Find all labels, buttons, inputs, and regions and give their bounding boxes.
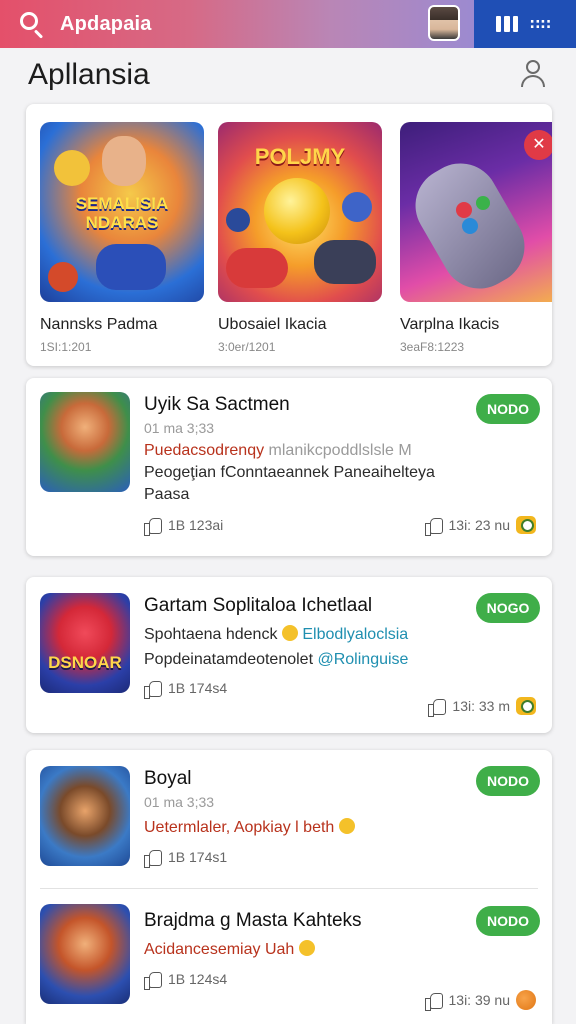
page-title: Apllansia: [28, 58, 150, 91]
app-subtitle: 01 ma 3;33: [144, 420, 215, 436]
search-icon[interactable]: [18, 10, 46, 39]
app-card[interactable]: Boyal 01 ma 3;33 Uetermlaler, Aopkiay l …: [26, 750, 552, 1024]
app-subtitle: 01 ma 3;33: [144, 794, 215, 810]
featured-thumbnail[interactable]: ✕: [400, 122, 552, 302]
app-icon[interactable]: [40, 392, 130, 492]
featured-carousel: SEMALISIA NDARAS Nannsks Padma 1SI:1:201…: [26, 104, 552, 366]
emoji-icon: [298, 940, 315, 956]
app-icon[interactable]: [40, 766, 130, 866]
app-desc-line: Puedacsodrenqy mlanikcpoddlslsle M: [144, 442, 412, 459]
app-desc-line: Acidancesemiay Uah: [144, 940, 315, 959]
thumbs-up-icon[interactable]: [424, 516, 443, 536]
featured-item[interactable]: ✕ Varplna Ikacis 3eaF8:1223: [400, 122, 552, 354]
stat: 13i: 33 m: [428, 697, 536, 717]
stat: 13i: 39 nu: [424, 990, 536, 1011]
app-desc-line: Paasa: [144, 486, 190, 503]
status-badge[interactable]: NOGO: [476, 593, 540, 623]
app-card[interactable]: Uyik Sa Sactmen 01 ma 3;33 Puedacsodrenq…: [26, 378, 552, 556]
likes[interactable]: 1B 123ai: [144, 516, 223, 536]
thumbs-up-icon[interactable]: [144, 848, 162, 868]
thumbs-up-icon[interactable]: [144, 679, 162, 699]
app-title: Boyal: [144, 768, 192, 789]
thumbs-up-icon[interactable]: [428, 697, 447, 717]
featured-item[interactable]: POLJMY Ubosaiel Ikacia 3:0er/1201: [218, 122, 382, 354]
status-badge[interactable]: NODO: [476, 906, 540, 936]
featured-name: Ubosaiel Ikacia: [218, 316, 327, 333]
likes[interactable]: 1B 174s4: [144, 679, 227, 699]
featured-name: Nannsks Padma: [40, 316, 158, 333]
featured-meta: 1SI:1:201: [40, 340, 92, 354]
app-icon-text: DSNOAR: [48, 653, 122, 672]
app-desc-line: Spohtaena hdenck Elbodlyaloclsia: [144, 625, 409, 643]
thumbs-up-icon[interactable]: [144, 516, 162, 536]
featured-overlay-text: POLJMY: [254, 144, 346, 169]
apps-icon[interactable]: ∷∷: [530, 16, 551, 33]
status-badge[interactable]: NODO: [476, 766, 540, 796]
close-icon[interactable]: ✕: [524, 130, 552, 160]
status-badge[interactable]: NODO: [476, 394, 540, 424]
featured-thumbnail[interactable]: SEMALISIA NDARAS: [40, 122, 204, 302]
stat: 13i: 23 nu: [424, 516, 536, 536]
featured-overlay-text: SEMALISIA NDARAS: [75, 194, 169, 232]
featured-thumbnail[interactable]: POLJMY: [218, 122, 382, 302]
app-desc-line: Popdeinatamdeotenolet @Rolinguise: [144, 651, 409, 668]
coin-icon: [516, 516, 536, 534]
coin-icon: [516, 697, 536, 715]
app-icon[interactable]: DSNOAR: [40, 593, 130, 693]
featured-name: Varplna Ikacis: [400, 316, 500, 333]
thumbs-up-icon[interactable]: [424, 991, 443, 1011]
search-bar[interactable]: Apdapaia: [0, 0, 474, 48]
featured-meta: 3eaF8:1223: [400, 340, 465, 354]
emoji-icon: [338, 818, 355, 834]
app-card[interactable]: DSNOAR Gartam Soplitaloa Ichetlaal Spoht…: [26, 577, 552, 733]
basketball-icon: [516, 990, 536, 1010]
search-text[interactable]: Apdapaia: [60, 13, 152, 36]
emoji-icon: [281, 625, 298, 641]
thumbs-up-icon[interactable]: [144, 970, 162, 990]
avatar[interactable]: [428, 5, 460, 41]
likes[interactable]: 1B 124s4: [144, 970, 227, 990]
top-bar: Apdapaia ∷∷: [0, 0, 576, 48]
app-desc-line: Uetermlaler, Aopkiay l beth: [144, 818, 355, 837]
app-desc-line: Peogeţian fConntaeannek Paneaihelteya: [144, 464, 435, 481]
app-title: Gartam Soplitaloa Ichetlaal: [144, 595, 373, 616]
featured-item[interactable]: SEMALISIA NDARAS Nannsks Padma 1SI:1:201: [40, 122, 204, 354]
likes[interactable]: 1B 174s1: [144, 848, 227, 868]
user-icon[interactable]: [520, 60, 546, 88]
toolbar-right: ∷∷: [474, 0, 576, 48]
page-header: Apllansia: [0, 48, 576, 102]
app-icon[interactable]: [40, 904, 130, 1004]
app-title: Brajdma g Masta Kahteks: [144, 910, 362, 931]
app-title: Uyik Sa Sactmen: [144, 394, 290, 415]
featured-meta: 3:0er/1201: [218, 340, 276, 354]
columns-icon[interactable]: [496, 16, 518, 32]
divider: [40, 888, 538, 889]
